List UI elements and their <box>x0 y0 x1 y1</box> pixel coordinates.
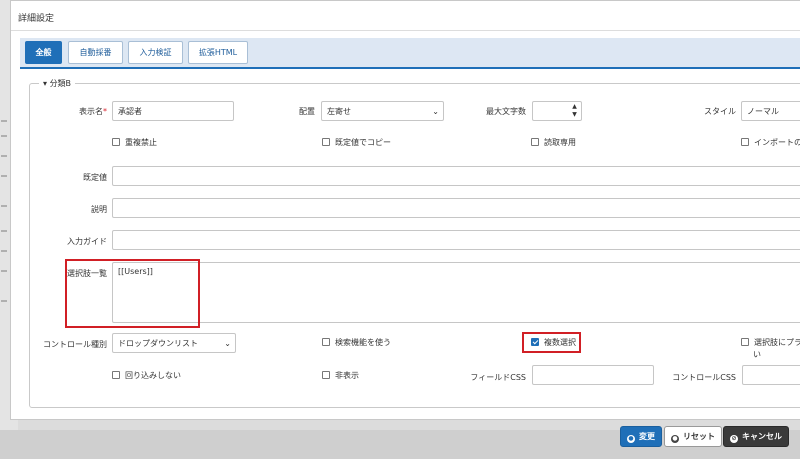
read-only-checkbox[interactable]: 読取専用 <box>531 137 576 149</box>
max-length-label: 最大文字数 <box>486 107 526 116</box>
control-css-input[interactable] <box>742 365 800 385</box>
display-name-input[interactable]: 承認者 <box>112 101 234 121</box>
highlight-box-choices <box>65 259 200 328</box>
style-label: スタイル <box>704 107 736 116</box>
input-guide-input[interactable] <box>112 230 800 250</box>
copy-default-checkbox[interactable]: 既定値でコピー <box>322 137 391 149</box>
field-css-input[interactable] <box>532 365 654 385</box>
tab-auto-numbering[interactable]: 自動採番 <box>68 41 123 64</box>
dialog-title: 詳細設定 <box>18 14 55 24</box>
chevron-down-icon: ⌄ <box>224 339 231 348</box>
tab-general[interactable]: 全般 <box>25 41 62 64</box>
checkbox-box[interactable] <box>531 138 539 146</box>
checkbox-box[interactable] <box>741 338 749 346</box>
reset-button[interactable]: ● リセット <box>664 426 722 447</box>
dialog-titlebar: 詳細設定 <box>11 1 800 31</box>
tab-bar: 全般 自動採番 入力検証 拡張HTML <box>20 38 800 69</box>
hidden-checkbox[interactable]: 非表示 <box>322 370 359 382</box>
spinner-icon[interactable]: ▲ ▼ <box>570 103 579 119</box>
input-guide-label: 入力ガイド <box>67 237 107 246</box>
cancel-button[interactable]: ⊘ キャンセル <box>723 426 789 447</box>
tab-input-validation[interactable]: 入力検証 <box>128 41 183 64</box>
required-mark: * <box>103 107 107 116</box>
checkbox-box[interactable] <box>741 138 749 146</box>
control-type-select[interactable]: ドロップダウンリスト ⌄ <box>112 333 236 353</box>
no-wrap-checkbox[interactable]: 回り込みしない <box>112 370 181 382</box>
chevron-down-icon: ⌄ <box>432 107 439 116</box>
check-circle-icon: ● <box>627 435 635 443</box>
control-css-label: コントロールCSS <box>672 373 736 382</box>
default-value-input[interactable] <box>112 166 800 186</box>
highlight-box-multi-select <box>522 332 581 353</box>
alignment-label: 配置 <box>299 107 315 116</box>
settings-dialog: 詳細設定 全般 自動採番 入力検証 拡張HTML ▾ 分類B 表示名* 承認者 … <box>10 0 800 420</box>
search-function-checkbox[interactable]: 検索機能を使う <box>322 337 391 349</box>
no-duplicate-checkbox[interactable]: 重複禁止 <box>112 137 157 149</box>
description-label: 説明 <box>91 205 107 214</box>
checkbox-box[interactable] <box>112 138 120 146</box>
choices-textarea[interactable]: [[Users]] <box>112 262 800 323</box>
default-value-label: 既定値 <box>83 173 107 182</box>
max-length-input[interactable]: ▲ ▼ <box>532 101 582 121</box>
section-label: 分類B <box>49 79 72 88</box>
checkbox-box[interactable] <box>322 371 330 379</box>
section-legend[interactable]: ▾ 分類B <box>39 78 76 89</box>
style-select[interactable]: ノーマル <box>741 101 800 121</box>
description-input[interactable] <box>112 198 800 218</box>
checkbox-box[interactable] <box>112 371 120 379</box>
field-css-label: フィールドCSS <box>470 373 526 382</box>
tab-extended-html[interactable]: 拡張HTML <box>188 41 248 64</box>
cancel-circle-icon: ⊘ <box>730 435 738 443</box>
checkbox-box[interactable] <box>322 338 330 346</box>
control-type-label: コントロール種別 <box>43 340 107 349</box>
import-checkbox[interactable]: インポートの <box>741 137 800 149</box>
choice-plain-checkbox[interactable]: 選択肢にプラ <box>741 337 800 349</box>
alignment-select[interactable]: 左寄せ ⌄ <box>321 101 444 121</box>
change-button[interactable]: ● 変更 <box>620 426 662 447</box>
display-name-label: 表示名* <box>79 107 107 116</box>
reset-circle-icon: ● <box>671 435 679 443</box>
choice-plain-label-line2: い <box>753 350 761 359</box>
checkbox-box[interactable] <box>322 138 330 146</box>
